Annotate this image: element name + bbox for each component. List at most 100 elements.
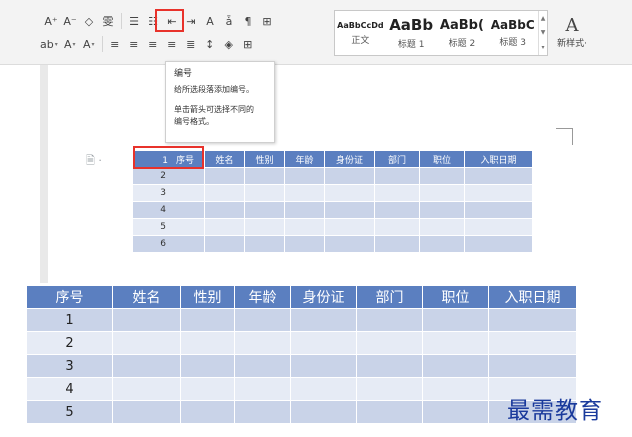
- align-left-button[interactable]: ≡: [106, 34, 124, 54]
- table-cell[interactable]: [464, 235, 533, 253]
- highlight-button[interactable]: ab ▾: [38, 34, 60, 54]
- table-cell[interactable]: [488, 354, 577, 378]
- table-cell[interactable]: 2: [132, 167, 205, 185]
- new-style-button[interactable]: A 新样式·: [552, 10, 592, 54]
- table-cell[interactable]: [234, 354, 291, 378]
- expand-icon[interactable]: ▾: [542, 44, 545, 51]
- table-cell[interactable]: [180, 354, 235, 378]
- change-case-button[interactable]: A: [201, 11, 219, 31]
- table-cell[interactable]: [204, 235, 245, 253]
- table-cell[interactable]: 5: [132, 218, 205, 236]
- table-cell[interactable]: [180, 331, 235, 355]
- table-cell[interactable]: 3: [132, 184, 205, 202]
- table-cell[interactable]: [112, 377, 181, 401]
- table-header-cell[interactable]: 身份证: [290, 285, 357, 309]
- table-cell[interactable]: [244, 184, 285, 202]
- chevron-down-icon[interactable]: ▾: [55, 41, 58, 48]
- table-header-cell[interactable]: 身份证: [324, 150, 375, 168]
- table-header-cell[interactable]: 职位: [419, 150, 465, 168]
- table-cell[interactable]: [290, 331, 357, 355]
- table-cell[interactable]: [422, 331, 489, 355]
- table-cell[interactable]: [419, 184, 465, 202]
- table-cell[interactable]: [284, 184, 325, 202]
- clear-format-icon[interactable]: ◇: [80, 11, 98, 31]
- table-header-cell[interactable]: 职位: [422, 285, 489, 309]
- table-cell[interactable]: [284, 218, 325, 236]
- table-cell[interactable]: [204, 201, 245, 219]
- increase-indent-button[interactable]: ⇥: [182, 11, 200, 31]
- shrink-font-button[interactable]: A⁻: [61, 11, 79, 31]
- table-cell[interactable]: [464, 201, 533, 219]
- table-cell[interactable]: [244, 235, 285, 253]
- table-cell[interactable]: [356, 377, 423, 401]
- table-cell[interactable]: [464, 218, 533, 236]
- table-cell[interactable]: [284, 235, 325, 253]
- style-preset[interactable]: AaBbC 标题 3: [487, 11, 538, 55]
- table-cell[interactable]: [488, 308, 577, 332]
- table-cell[interactable]: [419, 201, 465, 219]
- table-header-cell[interactable]: 入职日期: [488, 285, 577, 309]
- table-cell[interactable]: [204, 184, 245, 202]
- table-cell[interactable]: [464, 184, 533, 202]
- table-cell[interactable]: [234, 331, 291, 355]
- table-cell[interactable]: [290, 354, 357, 378]
- borders-button[interactable]: ⊞: [239, 34, 257, 54]
- table-cell[interactable]: [422, 354, 489, 378]
- table-cell[interactable]: [234, 400, 291, 424]
- table-cell[interactable]: [422, 308, 489, 332]
- table-cell[interactable]: 6: [132, 235, 205, 253]
- phonetic-guide-button[interactable]: 雯: [99, 11, 117, 31]
- chevron-up-icon[interactable]: ▲: [541, 15, 546, 22]
- table-header-cell[interactable]: 部门: [356, 285, 423, 309]
- table-cell[interactable]: [356, 354, 423, 378]
- justify-button[interactable]: ≡: [163, 34, 181, 54]
- table-cell[interactable]: 2: [26, 331, 113, 355]
- table-cell[interactable]: [290, 377, 357, 401]
- distributed-button[interactable]: ≣: [182, 34, 200, 54]
- table-header-cell[interactable]: 入职日期: [464, 150, 533, 168]
- table-cell[interactable]: [324, 184, 375, 202]
- grow-font-button[interactable]: A⁺: [42, 11, 60, 31]
- table-cell[interactable]: 4: [26, 377, 113, 401]
- table-cell[interactable]: 4: [132, 201, 205, 219]
- document-icon[interactable]: 🗎 ·: [86, 152, 102, 171]
- style-preset[interactable]: AaBb 标题 1: [386, 11, 437, 55]
- table-cell[interactable]: [112, 400, 181, 424]
- line-spacing-button[interactable]: ↕: [201, 34, 219, 54]
- table-cell[interactable]: 5: [26, 400, 113, 424]
- table-cell[interactable]: [180, 308, 235, 332]
- chevron-down-icon[interactable]: ▾: [73, 41, 76, 48]
- styles-scrollbar[interactable]: ▲ ▼ ▾: [538, 11, 547, 55]
- table-cell[interactable]: [234, 308, 291, 332]
- chevron-down-icon[interactable]: ▾: [92, 41, 95, 48]
- table-cell[interactable]: [324, 235, 375, 253]
- table-cell[interactable]: [284, 201, 325, 219]
- table-cell[interactable]: [284, 167, 325, 185]
- table-cell[interactable]: [180, 377, 235, 401]
- table-cell[interactable]: [356, 331, 423, 355]
- table-cell[interactable]: [422, 377, 489, 401]
- table-cell[interactable]: [290, 308, 357, 332]
- table-cell[interactable]: 1: [26, 308, 113, 332]
- table-borders-button[interactable]: ⊞: [258, 11, 276, 31]
- table-cell[interactable]: [324, 167, 375, 185]
- table-cell[interactable]: [244, 201, 285, 219]
- table-cell[interactable]: [244, 218, 285, 236]
- table-cell[interactable]: [324, 218, 375, 236]
- sort-button[interactable]: ǡ: [220, 11, 238, 31]
- chevron-down-icon[interactable]: ▼: [541, 29, 546, 36]
- show-marks-button[interactable]: ¶: [239, 11, 257, 31]
- bullets-button[interactable]: ☰: [125, 11, 143, 31]
- style-preset[interactable]: AaBb(标题 2: [437, 11, 488, 55]
- table-cell[interactable]: [112, 354, 181, 378]
- table-header-cell[interactable]: 部门: [374, 150, 420, 168]
- table-header-cell[interactable]: 性别: [180, 285, 235, 309]
- table-cell[interactable]: [324, 201, 375, 219]
- font-color-button[interactable]: A ▾: [61, 34, 79, 54]
- table-cell[interactable]: [112, 331, 181, 355]
- table-header-cell[interactable]: 姓名: [204, 150, 245, 168]
- table-cell[interactable]: [204, 167, 245, 185]
- table-header-cell[interactable]: 性别: [244, 150, 285, 168]
- align-center-button[interactable]: ≡: [125, 34, 143, 54]
- table-cell[interactable]: [374, 218, 420, 236]
